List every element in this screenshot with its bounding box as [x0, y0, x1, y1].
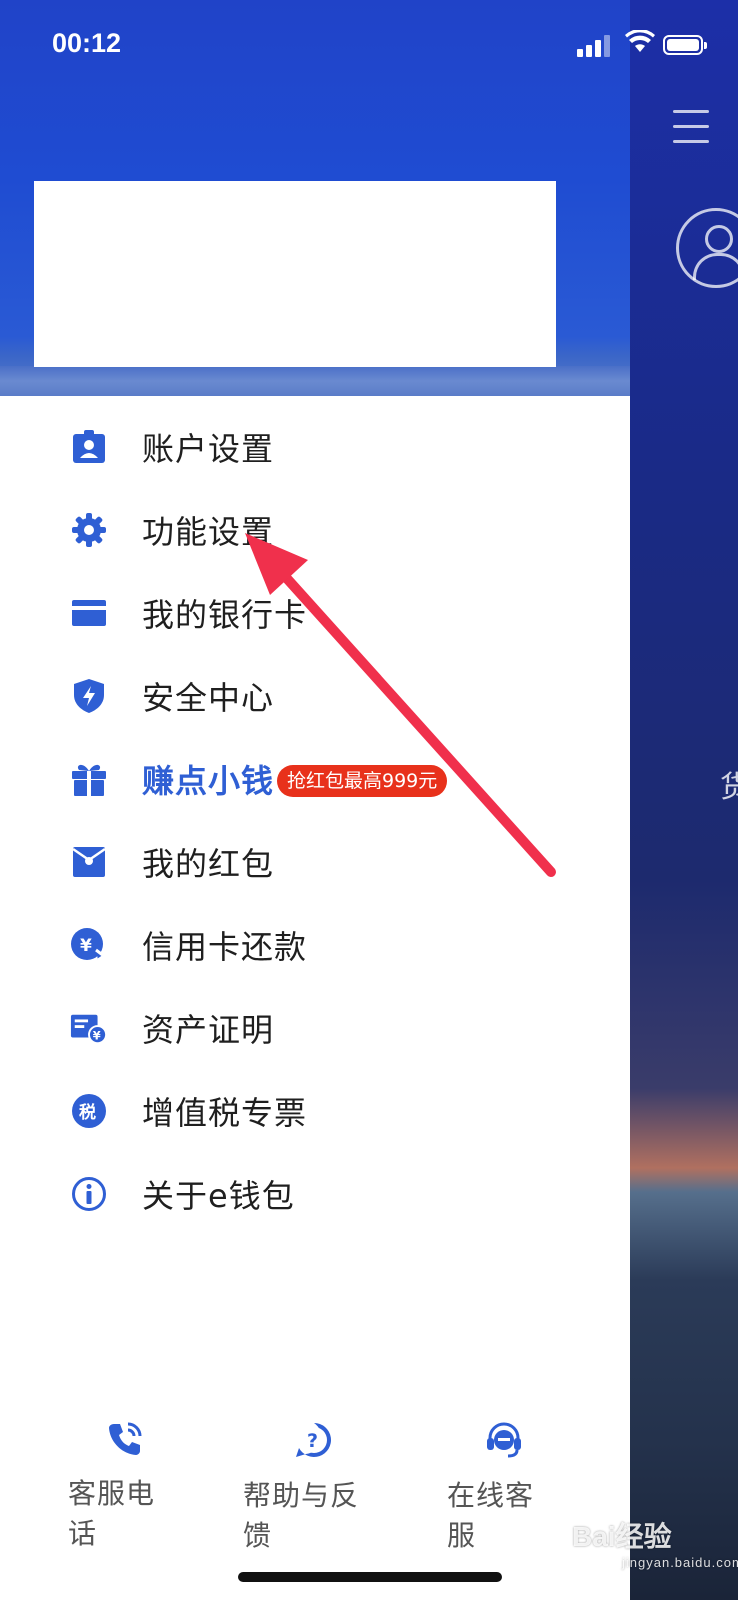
watermark-site: 经验 [615, 1521, 672, 1552]
watermark-url: jingyan.baidu.com [622, 1555, 738, 1570]
annotation-arrow-icon [245, 533, 556, 877]
baidu-jingyan-watermark: Bai经验 jingyan.baidu.com [572, 1515, 738, 1570]
watermark-brand: Bai [572, 1521, 616, 1552]
